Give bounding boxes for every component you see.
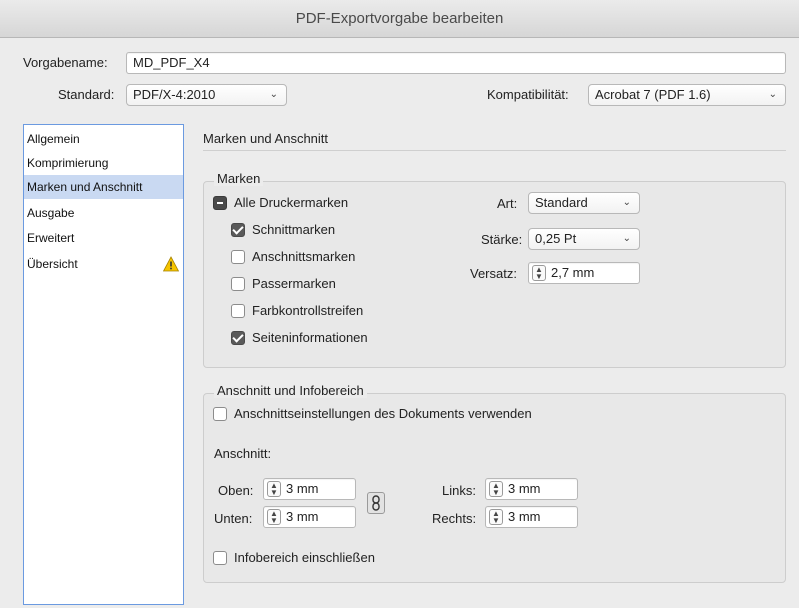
registration-marks-checkbox[interactable] <box>231 277 245 291</box>
include-slug-label: Infobereich einschließen <box>234 550 375 565</box>
title-divider <box>203 150 786 151</box>
top-label: Oben: <box>218 483 254 498</box>
sidebar-item-label: Übersicht <box>27 257 78 271</box>
sidebar-item-uebersicht[interactable]: Übersicht <box>24 252 183 276</box>
offset-label: Versatz: <box>470 266 517 281</box>
offset-value: 2,7 mm <box>551 265 595 280</box>
left-stepper[interactable]: ▲ ▼ 3 mm <box>485 478 578 500</box>
stepper-arrows-icon[interactable]: ▲ ▼ <box>489 481 503 497</box>
compatibility-select[interactable]: Acrobat 7 (PDF 1.6) ⌄ <box>588 84 786 106</box>
bleed-marks-label: Anschnittsmarken <box>252 249 356 264</box>
page-title: Marken und Anschnitt <box>203 131 329 146</box>
sidebar-item-label: Erweitert <box>27 231 75 245</box>
marks-legend: Marken <box>214 171 264 186</box>
standard-label: Standard: <box>58 87 115 102</box>
include-slug-checkbox[interactable] <box>213 551 227 565</box>
top-value: 3 mm <box>286 481 319 496</box>
right-stepper[interactable]: ▲ ▼ 3 mm <box>485 506 578 528</box>
sidebar-item-marken-und-anschnitt[interactable]: Marken und Anschnitt <box>24 175 183 199</box>
registration-marks-label: Passermarken <box>252 276 336 291</box>
sidebar-item-label: Komprimierung <box>27 156 109 170</box>
chevron-down-icon: ⌄ <box>768 89 777 100</box>
use-document-bleed-checkbox[interactable] <box>213 407 227 421</box>
bottom-label: Unten: <box>214 511 253 526</box>
offset-stepper[interactable]: ▲ ▼ 2,7 mm <box>528 262 640 284</box>
right-label: Rechts: <box>432 511 477 526</box>
page-information-label: Seiteninformationen <box>252 330 368 345</box>
all-printer-marks-label: Alle Druckermarken <box>234 195 349 210</box>
link-icon <box>372 495 380 511</box>
bleed-legend: Anschnitt und Infobereich <box>214 383 367 398</box>
use-document-bleed-label: Anschnittseinstellungen des Dokuments ve… <box>234 406 532 421</box>
sidebar-item-komprimierung[interactable]: Komprimierung <box>24 151 183 175</box>
page-information-checkbox[interactable] <box>231 331 245 345</box>
chevron-down-icon: ⌄ <box>269 89 278 100</box>
color-bars-checkbox[interactable] <box>231 304 245 318</box>
right-value: 3 mm <box>508 509 541 524</box>
compatibility-label: Kompatibilität: <box>487 87 569 102</box>
top-stepper[interactable]: ▲ ▼ 3 mm <box>263 478 356 500</box>
left-label: Links: <box>442 483 476 498</box>
window-title: PDF-Exportvorgabe bearbeiten <box>0 0 799 38</box>
sidebar-item-label: Allgemein <box>27 132 80 146</box>
standard-select[interactable]: PDF/X-4:2010 ⌄ <box>126 84 287 106</box>
weight-label: Stärke: <box>481 232 523 247</box>
type-select-value: Standard <box>535 195 588 210</box>
bottom-stepper[interactable]: ▲ ▼ 3 mm <box>263 506 356 528</box>
preset-name-input[interactable]: MD_PDF_X4 <box>126 52 786 74</box>
sidebar: Allgemein Komprimierung Marken und Ansch… <box>23 124 184 605</box>
sidebar-item-allgemein[interactable]: Allgemein <box>24 127 183 151</box>
chevron-down-icon: ⌄ <box>622 197 631 208</box>
type-select[interactable]: Standard ⌄ <box>528 192 640 214</box>
bottom-value: 3 mm <box>286 509 319 524</box>
sidebar-item-label: Ausgabe <box>27 206 75 220</box>
stepper-arrows-icon[interactable]: ▲ ▼ <box>267 509 281 525</box>
stepper-arrows-icon[interactable]: ▲ ▼ <box>532 265 546 281</box>
bleed-label: Anschnitt: <box>214 446 272 461</box>
weight-select[interactable]: 0,25 Pt ⌄ <box>528 228 640 250</box>
sidebar-item-erweitert[interactable]: Erweitert <box>24 226 183 250</box>
sidebar-item-ausgabe[interactable]: Ausgabe <box>24 201 183 225</box>
preset-name-label: Vorgabename: <box>23 55 108 70</box>
color-bars-label: Farbkontrollstreifen <box>252 303 364 318</box>
sidebar-item-label: Marken und Anschnitt <box>27 180 143 194</box>
warning-icon <box>163 256 179 272</box>
chain-link-icon[interactable] <box>367 492 385 514</box>
all-printer-marks-checkbox[interactable] <box>213 196 227 210</box>
stepper-arrows-icon[interactable]: ▲ ▼ <box>267 481 281 497</box>
stepper-arrows-icon[interactable]: ▲ ▼ <box>489 509 503 525</box>
weight-select-value: 0,25 Pt <box>535 231 577 246</box>
chevron-down-icon: ⌄ <box>622 233 631 244</box>
type-label: Art: <box>497 196 518 211</box>
bleed-marks-checkbox[interactable] <box>231 250 245 264</box>
compatibility-select-value: Acrobat 7 (PDF 1.6) <box>595 87 711 102</box>
left-value: 3 mm <box>508 481 541 496</box>
standard-select-value: PDF/X-4:2010 <box>133 87 216 102</box>
crop-marks-checkbox[interactable] <box>231 223 245 237</box>
crop-marks-label: Schnittmarken <box>252 222 336 237</box>
